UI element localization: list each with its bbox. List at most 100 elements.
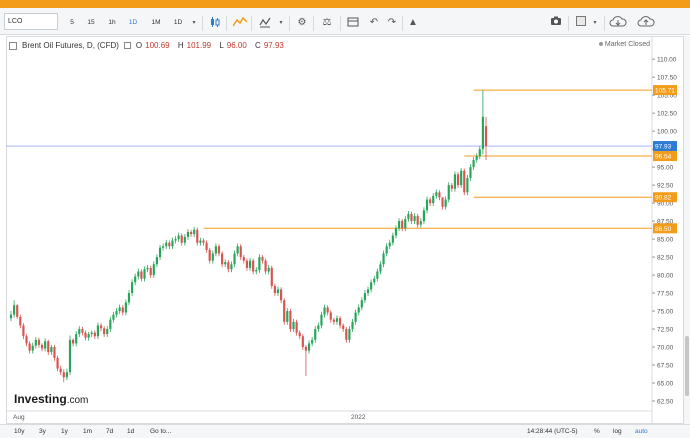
market-status: Market Closed <box>598 41 650 48</box>
candle-body <box>298 332 301 337</box>
range-1y-button[interactable]: 1y <box>61 427 68 437</box>
candle-body <box>158 247 162 258</box>
auto-toggle[interactable]: auto <box>635 427 648 437</box>
candle-body <box>208 249 211 261</box>
candle-body <box>177 235 180 240</box>
candle-body <box>370 282 373 290</box>
candle-body <box>289 311 292 330</box>
candle-body <box>19 316 22 326</box>
goto-button[interactable]: Go to... <box>150 427 171 437</box>
candle-body <box>109 319 112 330</box>
candle-body <box>475 156 478 160</box>
candle-body <box>56 357 59 369</box>
y-tick-label: 65.00 <box>657 381 674 388</box>
range-1d-button[interactable]: 1d <box>127 427 134 437</box>
y-tick-label: 82.50 <box>657 255 674 262</box>
log-toggle[interactable]: log <box>613 427 622 437</box>
candle-body <box>127 293 131 303</box>
chart-app: LCO 5 15 1h 1D 1M 1D ▾ ▾ ⚙ ⚖ ↶ ↷ ▲ ▾ 62.… <box>0 0 690 438</box>
legend-toggle-box[interactable] <box>9 41 17 50</box>
range-3y-button[interactable]: 3y <box>39 427 46 437</box>
candle-body <box>75 334 78 344</box>
high-value: 101.99 <box>186 41 212 50</box>
range-bar: 10y 3y 1y 1m 7d 1d Go to... 14:28:44 (UT… <box>0 424 690 438</box>
candle-body <box>385 246 388 254</box>
candle-body <box>422 210 425 222</box>
candle-body <box>168 242 171 247</box>
candle-body <box>450 185 453 189</box>
candle-body <box>242 257 245 261</box>
chart-legend: Brent Oil Futures, D, (CFD) O 100.69 H 101… <box>9 41 290 50</box>
price-label-text: 86.50 <box>655 226 672 233</box>
candle-body <box>106 329 109 335</box>
range-7d-button[interactable]: 7d <box>106 427 113 437</box>
price-label-text: 90.82 <box>655 195 672 202</box>
y-tick-label: 67.50 <box>657 363 674 370</box>
candle-body <box>84 332 87 338</box>
status-dot-icon <box>598 42 603 47</box>
candle-body <box>397 221 401 229</box>
y-tick-label: 77.50 <box>657 291 674 298</box>
candle-body <box>233 253 236 265</box>
candle-body <box>130 282 134 294</box>
candle-body <box>44 341 47 349</box>
candle-body <box>118 307 121 312</box>
candle-body <box>239 246 242 258</box>
candle-body <box>345 329 348 340</box>
candle-body <box>59 368 62 373</box>
candle-body <box>115 311 118 315</box>
y-tick-label: 80.00 <box>657 273 674 280</box>
candle-body <box>221 253 224 265</box>
candle-body <box>295 321 298 333</box>
candle-body <box>326 307 329 313</box>
candle-body <box>413 216 416 222</box>
candle-body <box>28 343 31 351</box>
candle-body <box>245 260 249 268</box>
percent-toggle[interactable]: % <box>594 427 600 437</box>
candle-body <box>329 312 332 320</box>
candle-body <box>134 276 137 283</box>
candle-body <box>196 229 199 243</box>
candle-body <box>270 267 273 286</box>
logo-main-text: Investing <box>14 392 67 406</box>
candle-body <box>78 329 81 335</box>
candle-body <box>47 341 50 353</box>
candle-body <box>394 228 398 236</box>
candle-body <box>16 305 19 317</box>
candle-body <box>171 240 174 247</box>
candle-body <box>472 159 475 168</box>
ohlc-values: O 100.69 H 101.99 L 96.00 C 97.93 <box>136 41 290 50</box>
time-label-aug: Aug <box>13 414 25 421</box>
candle-body <box>205 242 208 250</box>
candle-body <box>224 262 227 265</box>
page-scrollbar[interactable] <box>684 36 690 424</box>
candle-body <box>456 174 460 186</box>
price-chart[interactable]: 62.50 65.00 67.50 70.00 72.50 75.00 77.50 80.00… <box>0 0 690 438</box>
candle-body <box>202 240 205 243</box>
candle-body <box>236 246 239 254</box>
candle-body <box>174 239 177 241</box>
y-tick-label: 107.50 <box>657 75 677 82</box>
candle-body <box>124 302 127 313</box>
candle-body <box>283 300 286 322</box>
candle-body <box>410 213 413 222</box>
range-10y-button[interactable]: 10y <box>14 427 24 437</box>
candle-body <box>143 269 146 279</box>
candle-body <box>267 267 270 272</box>
candle-body <box>149 267 152 276</box>
candle-body <box>314 329 317 340</box>
range-1m-button[interactable]: 1m <box>83 427 92 437</box>
candle-body <box>50 347 53 353</box>
candle-body <box>99 325 103 329</box>
scrollbar-thumb[interactable] <box>685 336 689 396</box>
candle-body <box>407 213 410 219</box>
candle-body <box>444 199 447 207</box>
candle-body <box>292 321 295 330</box>
candle-body <box>460 170 463 186</box>
candle-body <box>382 253 385 265</box>
candle-body <box>189 231 193 235</box>
candle-body <box>276 289 280 294</box>
legend-settings-box[interactable] <box>123 42 131 49</box>
candle-body <box>255 270 258 272</box>
candle-body <box>87 334 90 338</box>
